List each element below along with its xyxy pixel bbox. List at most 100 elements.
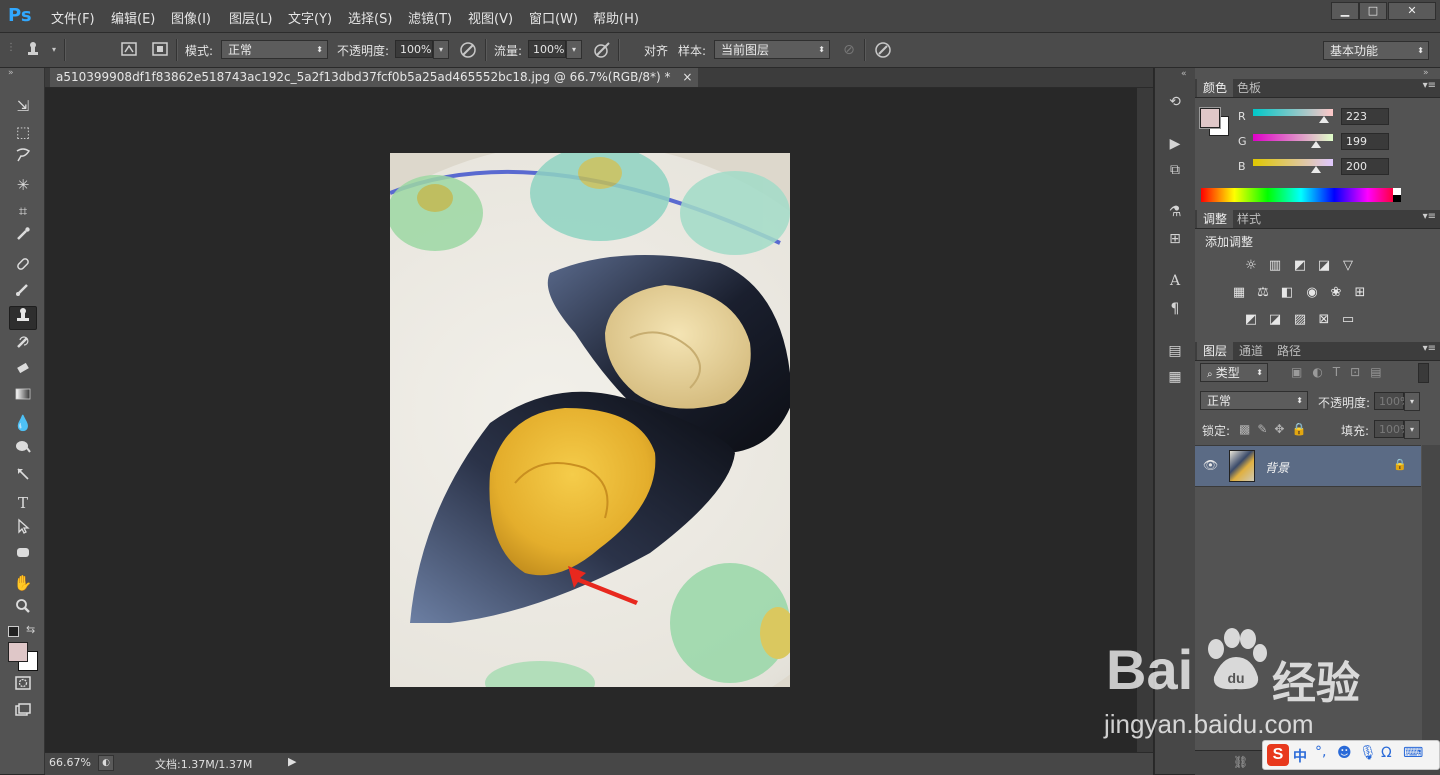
hand-tool-icon[interactable]: ✋ [10,572,36,594]
healing-brush-tool-icon[interactable] [10,256,36,278]
flow-dropdown[interactable]: ▾ [566,40,582,59]
status-options-icon[interactable]: ◐ [98,755,114,771]
pressure-opacity-icon[interactable] [459,41,477,59]
gradient-map-icon[interactable]: ▭ [1339,312,1357,328]
collapse-icon[interactable]: » [8,68,14,78]
preset-dropdown-icon[interactable]: ▾ [49,41,59,59]
eyedropper-tool-icon[interactable] [10,226,36,248]
foreground-color-swatch[interactable] [8,642,28,662]
blur-tool-icon[interactable]: 💧 [10,412,36,434]
move-tool-icon[interactable]: ⇲ [10,95,36,117]
flow-input[interactable]: 100% [528,40,566,58]
layer-row-background[interactable]: 👁 背景 🔒 [1195,445,1421,487]
properties-panel-icon[interactable]: ▤ [1165,341,1185,361]
channel-mixer-icon[interactable]: ❀ [1327,285,1345,301]
clone-stamp-preset-icon[interactable] [24,41,42,59]
black-white-icon[interactable]: ◧ [1278,285,1296,301]
status-menu-arrow-icon[interactable]: ▶ [288,755,296,768]
vibrance-icon[interactable]: ▽ [1339,258,1357,274]
brightness-contrast-icon[interactable]: ☼ [1242,258,1260,274]
lock-icons[interactable]: ▩✎✥🔒 [1239,422,1313,436]
menu-filter[interactable]: 滤镜(T) [408,8,452,27]
default-colors-icon[interactable] [8,626,19,637]
menu-window[interactable]: 窗口(W) [529,8,578,27]
collapse-panels-icon[interactable]: » [1423,68,1429,78]
keyboard-icon[interactable]: ⌨ [1403,745,1423,761]
marquee-tool-icon[interactable]: ⬚ [10,121,36,143]
airbrush-icon[interactable] [593,41,611,59]
menu-view[interactable]: 视图(V) [468,8,513,27]
invert-icon[interactable]: ◩ [1242,312,1260,328]
clone-source-icon[interactable] [151,41,169,59]
actions-panel-icon[interactable]: ▶ [1165,134,1185,154]
shape-tool-icon[interactable] [10,544,36,566]
posterize-icon[interactable]: ◪ [1266,312,1284,328]
close-window-button[interactable]: ✕ [1388,2,1436,20]
brush-tool-icon[interactable] [10,281,36,303]
maximize-button[interactable]: □ [1359,2,1387,20]
ignore-adjustment-layers-icon[interactable]: ⊘ [840,41,858,59]
history-panel-icon[interactable]: ⟲ [1165,92,1185,112]
channel-b-thumb[interactable] [1311,166,1321,173]
lasso-tool-icon[interactable] [10,147,36,169]
quick-mask-icon[interactable] [10,675,36,697]
tab-color[interactable]: 颜色 [1197,79,1234,97]
channel-b-input[interactable]: 200 [1341,158,1389,175]
menu-layer[interactable]: 图层(L) [229,8,272,27]
channel-r-thumb[interactable] [1319,116,1329,123]
dodge-tool-icon[interactable] [10,438,36,460]
zoom-tool-icon[interactable] [10,598,36,620]
fill-input[interactable]: 100% [1374,420,1410,438]
layer-filter-select[interactable]: ⌕ 类型 ⬍ [1200,363,1268,382]
visibility-eye-icon[interactable]: 👁 [1203,458,1218,472]
hue-saturation-icon[interactable]: ▦ [1230,285,1248,301]
menu-edit[interactable]: 编辑(E) [111,8,155,27]
workspace-select[interactable]: 基本功能 ⬍ [1323,41,1429,60]
crop-tool-icon[interactable]: ⌗ [10,200,36,222]
menu-file[interactable]: 文件(F) [51,8,95,27]
headset-icon[interactable]: Ω [1381,745,1392,761]
3d-panel-icon[interactable]: ⧉ [1165,160,1185,180]
color-lookup-icon[interactable]: ⊞ [1351,285,1369,301]
paragraph-panel-icon[interactable]: ¶ [1165,299,1185,319]
layer-opacity-dropdown[interactable]: ▾ [1404,392,1420,411]
history-brush-tool-icon[interactable] [10,334,36,356]
spectrum-black[interactable] [1393,195,1401,202]
link-layers-icon[interactable]: ⛓ [1233,755,1248,769]
channel-g-input[interactable]: 199 [1341,133,1389,150]
layer-name[interactable]: 背景 [1265,459,1289,476]
close-tab-icon[interactable]: × [682,70,692,84]
tab-paths[interactable]: 路径 [1271,342,1307,360]
panel-menu-icon[interactable]: ▾≡ [1423,343,1436,354]
type-tool-icon[interactable]: T [10,492,36,514]
levels-icon[interactable]: ▥ [1266,258,1284,274]
zoom-level[interactable]: 66.67% [49,756,91,769]
document-tab[interactable]: a510399908df1f83862e518743ac192c_5a2f13d… [50,68,699,87]
emoji-icon[interactable]: ☻ [1337,745,1352,761]
clone-stamp-tool-icon[interactable] [9,306,37,330]
layer-filter-icons[interactable]: ▣◐T⊡▤ [1291,365,1392,379]
color-panel-foreground-swatch[interactable] [1199,107,1221,129]
path-selection-tool-icon[interactable] [10,518,36,540]
channel-r-input[interactable]: 223 [1341,108,1389,125]
brush-panel-icon[interactable] [120,41,138,59]
pen-tool-icon[interactable] [10,466,36,488]
color-spectrum[interactable] [1201,188,1401,202]
character-panel-icon[interactable]: A [1165,271,1185,291]
panel-menu-icon[interactable]: ▾≡ [1423,211,1436,222]
minimize-button[interactable]: ▁ [1331,2,1359,20]
channel-b-slider[interactable] [1253,159,1333,166]
expand-panels-icon[interactable]: « [1181,69,1187,79]
brush-presets-icon[interactable]: ⚗ [1165,202,1185,222]
opacity-input[interactable]: 100% [395,40,433,58]
screen-mode-icon[interactable] [10,702,36,724]
pressure-size-icon[interactable] [874,41,892,59]
menu-select[interactable]: 选择(S) [348,8,392,27]
exposure-icon[interactable]: ◪ [1315,258,1333,274]
selective-color-icon[interactable]: ⊠ [1315,312,1333,328]
menu-help[interactable]: 帮助(H) [593,8,639,27]
swap-colors-icon[interactable]: ⇆ [26,623,35,636]
magic-wand-tool-icon[interactable]: ✳ [10,174,36,196]
notes-panel-icon[interactable]: ▦ [1165,367,1185,387]
menu-image[interactable]: 图像(I) [171,8,211,27]
